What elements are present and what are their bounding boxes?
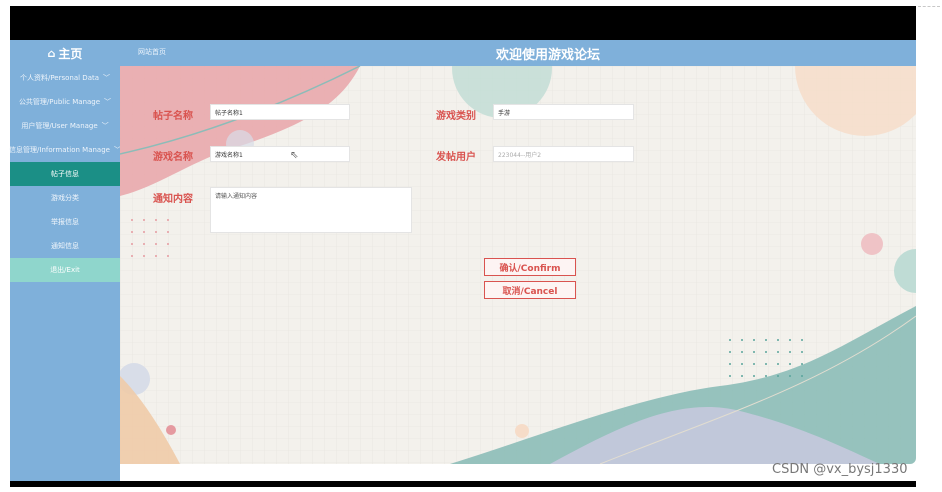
game-name-label: 游戏名称 (153, 152, 193, 163)
chevron-down-icon: ﹀ (101, 122, 109, 130)
sidebar-item-label: 举报信息 (51, 218, 79, 226)
chevron-down-icon: ﹀ (104, 98, 112, 106)
sidebar-item-label: 公共管理/Public Manage (18, 98, 101, 106)
poster-input[interactable]: 223044--用户2 (493, 146, 634, 162)
header-bar: ⌂ 主页 网站首页 欢迎使用游戏论坛 (10, 40, 916, 66)
home-icon: ⌂ (47, 46, 56, 60)
home-link[interactable]: ⌂ 主页 (10, 40, 120, 66)
black-bottom-bar (10, 481, 916, 487)
sidebar-item-game-category[interactable]: 游戏分类 (10, 186, 120, 210)
sidebar-item-notice-info[interactable]: 通知信息 (10, 234, 120, 258)
chevron-down-icon: ﹀ (103, 74, 111, 82)
mouse-cursor-icon: ⇖ (290, 150, 299, 161)
notice-content-label: 通知内容 (153, 194, 193, 205)
sidebar-item-post-info[interactable]: 帖子信息 (10, 162, 120, 186)
poster-label: 发帖用户 (436, 152, 476, 163)
sidebar-item-exit[interactable]: 退出/Exit (10, 258, 120, 282)
game-category-label: 游戏类别 (436, 111, 476, 122)
cancel-button[interactable]: 取消/Cancel (484, 281, 576, 299)
confirm-button[interactable]: 确认/Confirm (484, 258, 576, 276)
sidebar-item-personal-data[interactable]: 个人资料/Personal Data ﹀ (10, 66, 120, 90)
sidebar-item-label: 信息管理/Information Manage (9, 146, 110, 154)
dashed-edge (918, 6, 940, 8)
game-name-input[interactable]: 游戏名称1 (210, 146, 350, 162)
csdn-watermark: CSDN @vx_bysj1330 (772, 462, 908, 477)
sidebar: 个人资料/Personal Data ﹀ 公共管理/Public Manage … (9, 66, 121, 481)
post-name-input[interactable]: 帖子名称1 (210, 104, 350, 120)
sidebar-item-public-manage[interactable]: 公共管理/Public Manage ﹀ (10, 90, 120, 114)
breadcrumb[interactable]: 网站首页 (138, 47, 166, 57)
home-label: 主页 (58, 46, 83, 61)
sidebar-item-label: 用户管理/User Manage (21, 122, 98, 130)
sidebar-item-label: 个人资料/Personal Data (19, 74, 100, 82)
page-title: 欢迎使用游戏论坛 (496, 48, 601, 63)
game-category-input[interactable]: 手游 (493, 104, 634, 120)
black-top-bar (10, 6, 916, 40)
sidebar-item-label: 退出/Exit (50, 266, 80, 274)
notice-content-textarea[interactable]: 请输入通知内容 (210, 187, 412, 233)
sidebar-item-report-info[interactable]: 举报信息 (10, 210, 120, 234)
sidebar-item-user-manage[interactable]: 用户管理/User Manage ﹀ (10, 114, 120, 138)
sidebar-item-label: 帖子信息 (51, 170, 79, 178)
sidebar-item-label: 游戏分类 (51, 194, 79, 202)
sidebar-item-information-manage[interactable]: 信息管理/Information Manage ﹀ (9, 138, 121, 162)
sidebar-item-label: 通知信息 (51, 242, 79, 250)
post-name-label: 帖子名称 (153, 111, 193, 122)
